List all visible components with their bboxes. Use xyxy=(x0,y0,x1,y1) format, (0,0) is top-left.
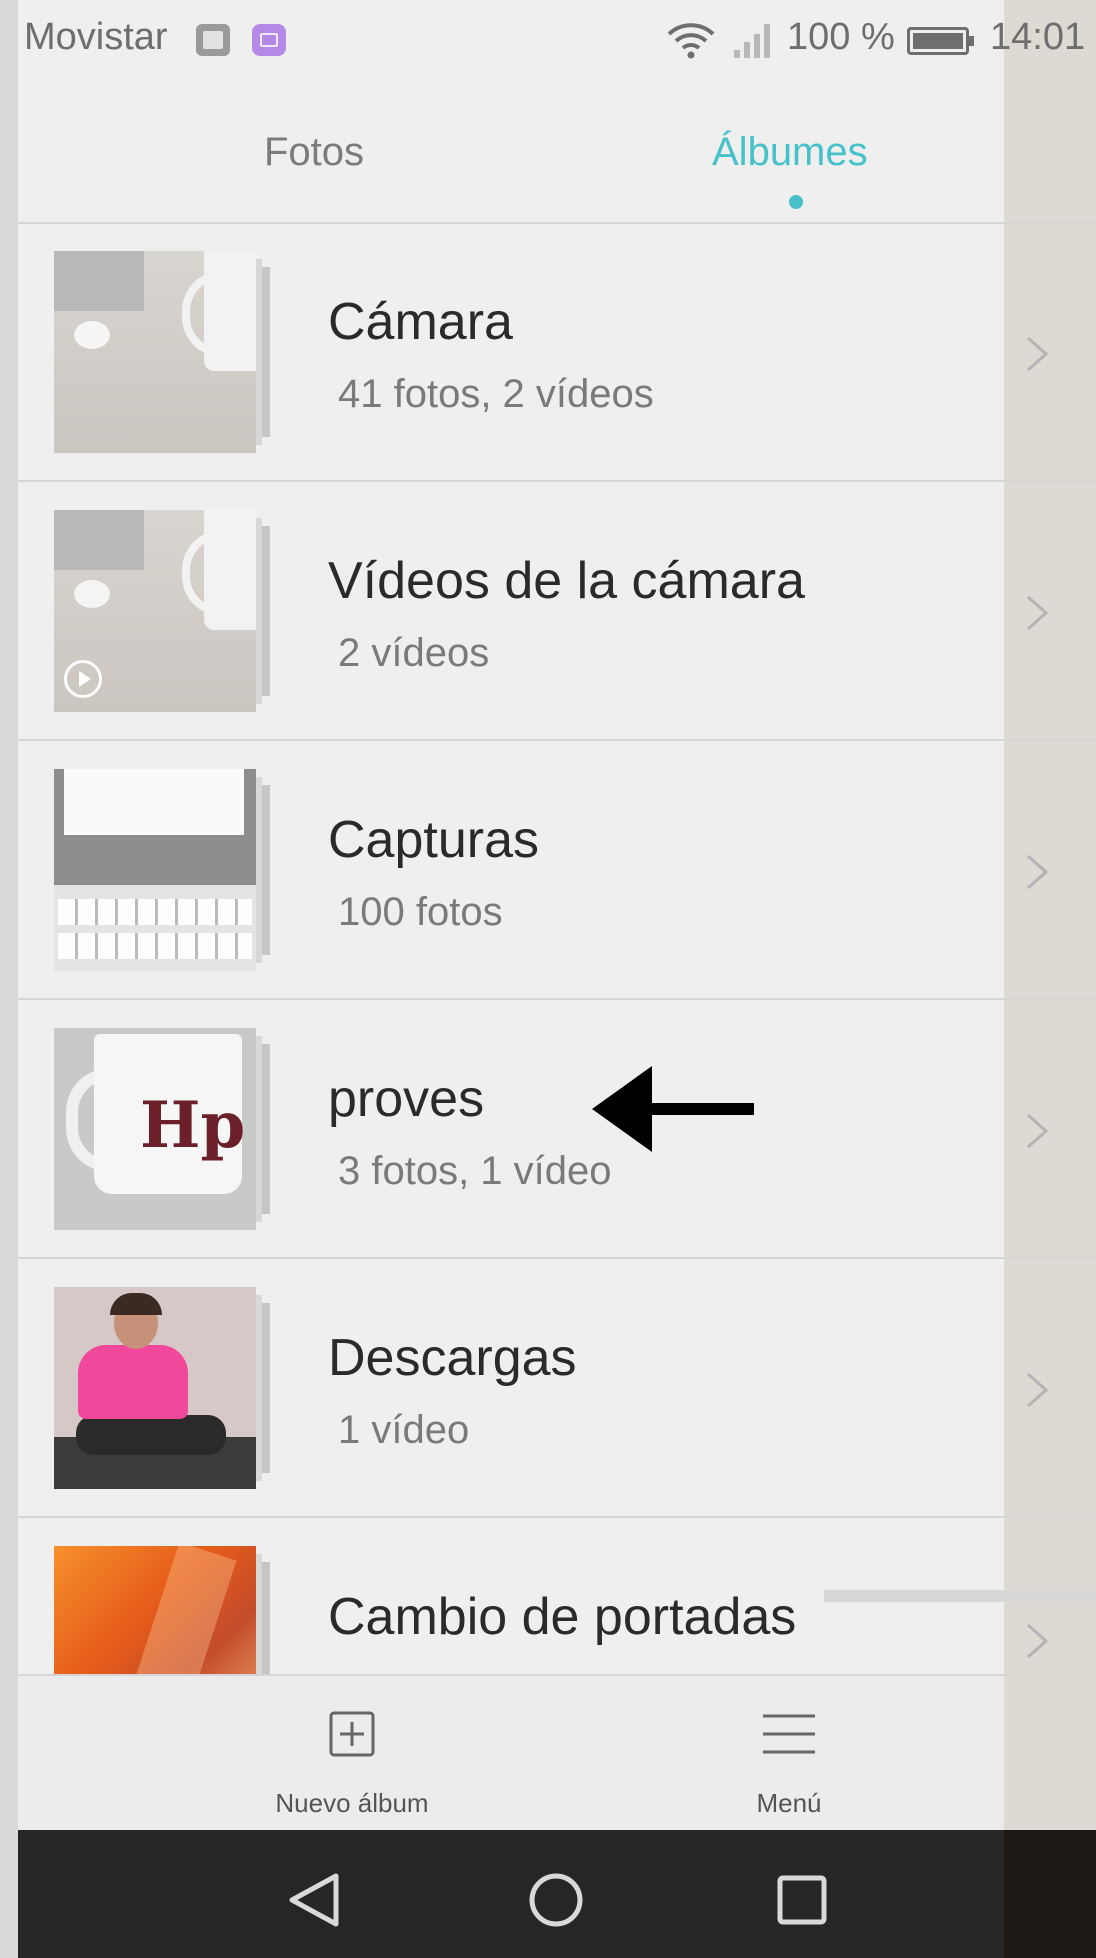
chevron-right-icon xyxy=(1027,1372,1049,1408)
album-row-capturas[interactable]: Capturas 100 fotos xyxy=(18,742,1096,1000)
album-thumbnail-stack: Hp xyxy=(54,1028,270,1230)
wifi-icon xyxy=(667,23,715,59)
album-count: 41 fotos, 2 vídeos xyxy=(338,372,654,416)
left-background xyxy=(0,0,18,1958)
album-thumbnail-stack xyxy=(54,251,270,453)
album-count: 1 vídeo xyxy=(338,1408,470,1452)
chevron-right-icon xyxy=(1027,1113,1049,1149)
chevron-right-icon xyxy=(1027,336,1049,372)
album-count: 100 fotos xyxy=(338,890,503,934)
chevron-right-icon xyxy=(1027,854,1049,890)
album-row-videos-camara[interactable]: Vídeos de la cámara 2 vídeos xyxy=(18,483,1096,741)
album-thumbnail xyxy=(54,1287,256,1489)
album-title: Capturas xyxy=(328,811,539,869)
right-background-dark xyxy=(1004,1830,1096,1958)
keyboard-notification-icon xyxy=(252,24,286,56)
album-row-proves[interactable]: Hp proves 3 fotos, 1 vídeo xyxy=(18,1001,1096,1259)
battery-icon xyxy=(907,27,974,55)
album-title: Vídeos de la cámara xyxy=(328,552,805,610)
bottom-action-bar: Nuevo álbum Menú xyxy=(18,1674,1004,1832)
new-album-button[interactable]: Nuevo álbum xyxy=(232,1676,472,1832)
add-album-icon xyxy=(329,1711,375,1757)
album-thumbnail xyxy=(54,510,256,712)
album-row-camara[interactable]: Cámara 41 fotos, 2 vídeos xyxy=(18,224,1096,482)
status-time: 14:01 xyxy=(990,16,1086,58)
back-icon[interactable] xyxy=(284,1870,344,1930)
menu-icon xyxy=(763,1714,815,1754)
recent-apps-icon[interactable] xyxy=(772,1870,832,1930)
album-title: Descargas xyxy=(328,1329,577,1387)
album-thumbnail-stack xyxy=(54,769,270,971)
tab-albumes[interactable]: Álbumes xyxy=(712,130,868,175)
play-icon xyxy=(64,660,102,698)
album-thumbnail xyxy=(54,769,256,971)
album-title: proves xyxy=(328,1070,485,1128)
chevron-right-icon xyxy=(1027,595,1049,631)
menu-button[interactable]: Menú xyxy=(669,1676,909,1832)
active-tab-indicator xyxy=(789,195,803,209)
carrier-label: Movistar xyxy=(24,16,168,58)
album-thumbnail xyxy=(54,1546,256,1674)
battery-percent: 100 % xyxy=(787,16,895,58)
scrollbar[interactable] xyxy=(824,1590,1096,1602)
arrow-left-icon xyxy=(592,1066,754,1152)
album-thumbnail-stack xyxy=(54,1287,270,1489)
new-album-label: Nuevo álbum xyxy=(275,1788,429,1818)
signal-icon xyxy=(734,24,770,58)
tab-fotos[interactable]: Fotos xyxy=(264,130,364,175)
status-bar: Movistar 100 % 14:01 xyxy=(0,0,1096,80)
album-row-descargas[interactable]: Descargas 1 vídeo xyxy=(18,1260,1096,1518)
chevron-right-icon xyxy=(1027,1623,1049,1659)
album-thumbnail-stack xyxy=(54,510,270,712)
gallery-notification-icon xyxy=(196,24,230,56)
system-navigation-bar xyxy=(18,1830,1004,1958)
album-title: Cámara xyxy=(328,293,513,351)
home-icon[interactable] xyxy=(526,1870,586,1930)
album-thumbnail-stack xyxy=(54,1546,270,1674)
album-count: 3 fotos, 1 vídeo xyxy=(338,1149,612,1193)
album-count: 2 vídeos xyxy=(338,631,490,675)
album-thumbnail: Hp xyxy=(54,1028,256,1230)
album-thumbnail xyxy=(54,251,256,453)
album-title: Cambio de portadas xyxy=(328,1588,797,1646)
menu-label: Menú xyxy=(756,1788,822,1818)
